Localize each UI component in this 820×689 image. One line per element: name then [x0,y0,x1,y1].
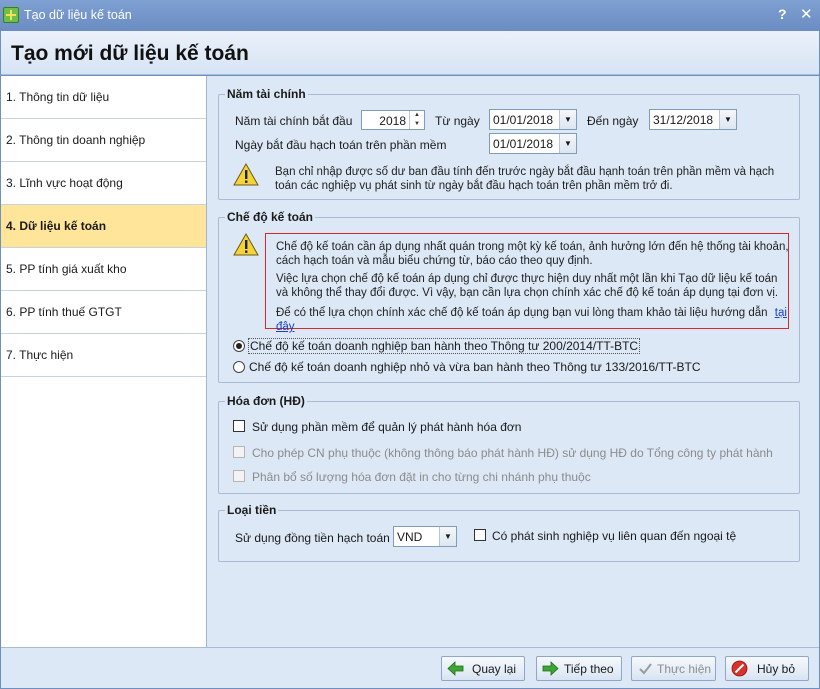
close-button[interactable]: ✕ [800,5,813,23]
to-date-value: 31/12/2018 [653,113,714,127]
from-date-value: 01/01/2018 [493,113,554,127]
to-date-label: Đến ngày [587,114,639,128]
execute-button[interactable]: Thực hiện [631,656,716,681]
radio-tt200-label[interactable]: Chế độ kế toán doanh nghiệp ban hành the… [248,338,641,354]
next-button-label: Tiếp theo [564,662,614,676]
warning-icon [233,232,259,256]
from-date-picker[interactable]: 01/01/2018 ▼ [489,109,577,130]
currency-value: VND [397,530,423,544]
regime-note-p3: Để có thể lựa chọn chính xác chế độ kế t… [276,306,799,334]
regime-note-p2-line1: Việc lựa chọn chế độ kế toán áp dụng chỉ… [276,273,778,285]
foreign-currency-label[interactable]: Có phát sinh nghiệp vụ liên quan đến ngo… [492,529,736,543]
fiscal-note: Bạn chỉ nhập được số dư ban đầu tính đến… [275,165,774,193]
sidebar-item-du-lieu-ke-toan[interactable]: 4. Dữ liệu kế toán [1,205,206,248]
begin-date-value: 01/01/2018 [493,137,554,151]
currency-label: Sử dụng đồng tiền hạch toán [235,531,390,545]
back-button-label: Quay lại [472,662,517,676]
currency-select[interactable]: VND ▼ [393,526,457,547]
cancel-button[interactable]: Hủy bỏ [725,656,809,681]
allocate-invoice-checkbox[interactable] [233,470,245,482]
from-date-label: Từ ngày [435,114,480,128]
allocate-invoice-label: Phân bổ số lượng hóa đơn đặt in cho từng… [252,470,591,484]
fiscal-note-line1: Bạn chỉ nhập được số dư ban đầu tính đến… [275,166,775,178]
warning-icon [233,162,259,186]
start-year-value: 2018 [379,114,406,128]
page-title: Tạo mới dữ liệu kế toán [11,42,249,65]
fiscal-note-line2: toán các nghiệp vụ phát sinh từ ngày bắt… [275,180,673,192]
begin-date-label: Ngày bắt đầu hạch toán trên phần mềm [235,138,447,152]
branch-use-invoice-checkbox[interactable] [233,446,245,458]
regime-note-p2-line2: và không thể thay đổi được. Vì vậy, bạn … [276,287,779,299]
fiscal-year-legend: Năm tài chính [225,87,308,101]
help-button[interactable]: ? [778,6,787,22]
foreign-currency-checkbox[interactable] [474,529,486,541]
wizard-footer: Quay lại Tiếp theo Thực hiện Hủy bỏ [1,647,819,688]
currency-group: Loại tiền Sử dụng đồng tiền hạch toán VN… [218,503,800,562]
radio-tt133-label[interactable]: Chế độ kế toán doanh nghiệp nhỏ và vừa b… [249,360,701,374]
use-invoice-software-label[interactable]: Sử dụng phần mềm để quản lý phát hành hó… [252,420,521,434]
chevron-down-icon[interactable]: ▼ [719,110,736,129]
wizard-steps-sidebar: 1. Thông tin dữ liệu 2. Thông tin doanh … [1,76,207,647]
check-icon [639,663,652,675]
sidebar-item-thuc-hien[interactable]: 7. Thực hiện [1,334,206,377]
execute-button-label: Thực hiện [657,662,712,676]
wizard-header: Tạo mới dữ liệu kế toán [1,31,819,75]
next-button[interactable]: Tiếp theo [536,656,622,681]
title-bar: Tạo dữ liệu kế toán ? ✕ [0,0,820,31]
use-invoice-software-checkbox[interactable] [233,420,245,432]
sidebar-item-pp-tinh-gia-xuat-kho[interactable]: 5. PP tính giá xuất kho [1,248,206,291]
accounting-regime-group: Chế độ kế toán Chế độ kế toán cần áp dụn… [218,210,800,383]
start-year-spinner[interactable]: 2018 ▲ ▼ [361,110,425,130]
arrow-left-icon [447,661,464,676]
regime-note-p1-line2: cách hạch toán và mẫu biểu chứng từ, báo… [276,255,593,267]
begin-date-picker[interactable]: 01/01/2018 ▼ [489,133,577,154]
sidebar-item-thong-tin-du-lieu[interactable]: 1. Thông tin dữ liệu [1,76,206,119]
regime-note-p3-text: Để có thể lựa chọn chính xác chế độ kế t… [276,307,768,319]
invoice-legend: Hóa đơn (HĐ) [225,394,307,408]
content-panel: Năm tài chính Năm tài chính bắt đầu 2018… [207,76,819,647]
sidebar-item-linh-vuc-hoat-dong[interactable]: 3. Lĩnh vực hoạt động [1,162,206,205]
sidebar-item-thong-tin-doanh-nghiep[interactable]: 2. Thông tin doanh nghiệp [1,119,206,162]
regime-note-p1: Chế độ kế toán cần áp dụng nhất quán tro… [276,240,789,268]
regime-note-p2: Việc lựa chọn chế độ kế toán áp dụng chỉ… [276,272,778,300]
invoice-group: Hóa đơn (HĐ) Sử dụng phần mềm để quản lý… [218,394,800,494]
currency-legend: Loại tiền [225,503,279,517]
chevron-down-icon[interactable]: ▼ [559,134,576,153]
app-icon [3,7,19,23]
window-title: Tạo dữ liệu kế toán [24,8,132,22]
accounting-regime-legend: Chế độ kế toán [225,210,316,224]
start-year-label: Năm tài chính bắt đầu [235,114,353,128]
branch-use-invoice-label: Cho phép CN phụ thuộc (không thông báo p… [252,446,773,460]
fiscal-year-group: Năm tài chính Năm tài chính bắt đầu 2018… [218,87,800,200]
chevron-down-icon[interactable]: ▼ [439,527,456,546]
regime-note-p1-line1: Chế độ kế toán cần áp dụng nhất quán tro… [276,241,789,253]
to-date-picker[interactable]: 31/12/2018 ▼ [649,109,737,130]
arrow-right-icon [542,661,559,676]
cancel-icon [731,660,748,677]
cancel-button-label: Hủy bỏ [757,662,796,676]
radio-tt133[interactable] [233,361,245,373]
spinner-arrows-icon[interactable]: ▲ ▼ [409,111,424,129]
back-button[interactable]: Quay lại [441,656,525,681]
sidebar-item-pp-tinh-thue-gtgt[interactable]: 6. PP tính thuế GTGT [1,291,206,334]
radio-tt200[interactable] [233,340,245,352]
chevron-down-icon[interactable]: ▼ [559,110,576,129]
